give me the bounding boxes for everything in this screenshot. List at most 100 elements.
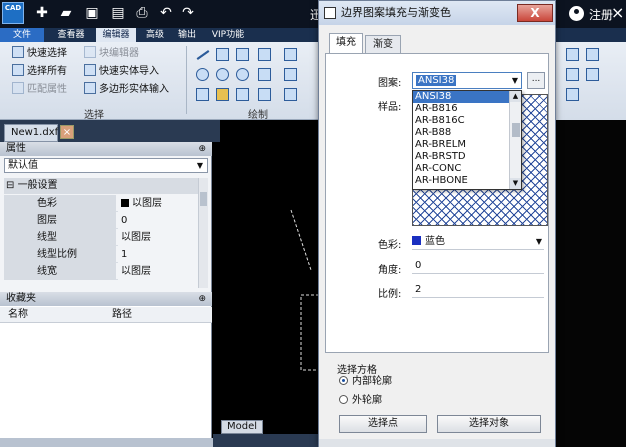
point-tool-icon[interactable]	[196, 88, 209, 101]
region-tool-icon[interactable]	[236, 88, 249, 101]
radio-outer-indicator[interactable]	[339, 395, 348, 404]
tab-new1-dxf[interactable]: New1.dxf	[4, 124, 58, 142]
favorites-panel: 收藏夹 ⊕ 名称 路径	[0, 292, 212, 447]
open-folder-icon[interactable]: ▰	[58, 5, 74, 21]
scroll-up-icon[interactable]: ▲	[510, 91, 521, 102]
line-tool-icon[interactable]	[196, 50, 210, 60]
dropdown-scrollbar[interactable]: ▲ ▼	[509, 91, 521, 189]
pin-icon[interactable]: ⊕	[198, 292, 206, 306]
radio-inner-contour[interactable]: 内部轮廓	[339, 376, 392, 388]
menu-vip[interactable]: VIP功能	[206, 28, 250, 42]
tab-fill[interactable]: 填充	[329, 33, 363, 54]
block-editor-button[interactable]: 块编辑器	[84, 46, 139, 62]
multiline-tool-icon[interactable]	[258, 48, 271, 61]
drawing-canvas[interactable]	[213, 142, 322, 420]
save-icon[interactable]: ▣	[84, 5, 100, 21]
redo-icon[interactable]: ↷	[180, 5, 196, 21]
list-item[interactable]: ANSI38	[413, 91, 509, 103]
scrollbar-thumb[interactable]	[200, 192, 207, 206]
block-tool-icon[interactable]	[258, 88, 271, 101]
list-item[interactable]: AR-HBONE	[413, 175, 509, 187]
chevron-down-icon: ▼	[511, 76, 518, 85]
save-as-icon[interactable]: ▤	[110, 5, 126, 21]
undo-icon[interactable]: ↶	[158, 5, 174, 21]
angle-input[interactable]: 0	[412, 258, 544, 274]
quick-select-icon	[12, 46, 24, 58]
column-path[interactable]: 路径	[112, 307, 132, 323]
user-icon[interactable]	[569, 6, 584, 21]
browse-pattern-button[interactable]: ...	[527, 72, 545, 89]
select-objects-button[interactable]: 选择对象	[437, 415, 541, 433]
layer-tool-icon[interactable]	[566, 48, 579, 61]
prop-row-linetype[interactable]: 线型 以图层	[4, 229, 198, 246]
color-select[interactable]: 蓝色 ▼	[412, 234, 544, 250]
general-settings-group[interactable]: ⊟ 一般设置	[4, 178, 198, 194]
radio-inner-indicator[interactable]	[339, 376, 348, 385]
scroll-down-icon[interactable]: ▼	[510, 178, 521, 189]
menu-advanced[interactable]: 高级	[140, 28, 170, 42]
tab-gradient[interactable]: 渐变	[365, 35, 401, 53]
pattern-select[interactable]: ANSI38 ▼	[412, 72, 522, 89]
drawing-area-right[interactable]	[556, 120, 626, 447]
tab-model[interactable]: Model	[221, 420, 263, 434]
prop-value[interactable]: 1	[118, 246, 198, 263]
pattern-dropdown-list[interactable]: ANSI38 AR-B816 AR-B816C AR-B88 AR-BRELM …	[412, 90, 522, 190]
properties-tool-icon[interactable]	[566, 68, 579, 81]
rectangle-tool-icon[interactable]	[258, 68, 271, 81]
tab-close-icon[interactable]: ×	[60, 125, 74, 139]
list-item[interactable]: AR-BRSTD	[413, 151, 509, 163]
dashed-line	[290, 209, 312, 271]
list-item[interactable]: AR-B816	[413, 103, 509, 115]
quick-select-button[interactable]: 快速选择	[12, 46, 67, 62]
new-file-icon[interactable]: ✚	[34, 5, 50, 21]
menu-file[interactable]: 文件	[0, 28, 44, 42]
poly-import-button[interactable]: 多边形实体输入	[84, 82, 169, 98]
quick-import-button[interactable]: 快速实体导入	[84, 64, 159, 80]
scrollbar-thumb[interactable]	[512, 123, 520, 137]
prop-row-layer[interactable]: 图层 0	[4, 212, 198, 229]
list-item[interactable]: AR-CONC	[413, 163, 509, 175]
register-link[interactable]: 注册	[589, 6, 613, 23]
prop-row-linetype-scale[interactable]: 线型比例 1	[4, 246, 198, 263]
text-tool-icon[interactable]	[284, 48, 297, 61]
spline-tool-icon[interactable]	[236, 48, 249, 61]
prop-row-color[interactable]: 色彩 以图层	[4, 195, 198, 212]
ellipse-tool-icon[interactable]	[216, 68, 229, 81]
match-props-button[interactable]: 匹配属性	[12, 82, 67, 98]
menu-viewer[interactable]: 查看器	[50, 28, 92, 42]
list-item[interactable]: AR-BRELM	[413, 139, 509, 151]
hatch-tool-icon[interactable]	[216, 88, 229, 101]
arc-tool-icon[interactable]	[236, 68, 249, 81]
prop-value[interactable]: 以图层	[118, 263, 198, 280]
table-tool-icon[interactable]	[284, 68, 297, 81]
app-logo[interactable]: CAD	[2, 2, 24, 24]
select-points-button[interactable]: 选择点	[339, 415, 427, 433]
prop-value[interactable]: 以图层	[118, 229, 198, 246]
match-props-icon	[12, 82, 24, 94]
column-name[interactable]: 名称	[8, 307, 28, 323]
circle-tool-icon[interactable]	[196, 68, 209, 81]
match-tool-icon[interactable]	[586, 68, 599, 81]
properties-combo[interactable]: 默认值 ▼	[4, 158, 208, 173]
list-item[interactable]: AR-B88	[413, 127, 509, 139]
select-all-button[interactable]: 选择所有	[12, 64, 67, 80]
command-line[interactable]	[0, 438, 213, 447]
prop-row-lineweight[interactable]: 线宽 以图层	[4, 263, 198, 280]
radio-outer-contour[interactable]: 外轮廓	[339, 395, 382, 407]
prop-value[interactable]: 0	[118, 212, 198, 229]
window-close-icon[interactable]: ×	[611, 3, 624, 22]
image-tool-icon[interactable]	[284, 88, 297, 101]
polyline-tool-icon[interactable]	[216, 48, 229, 61]
canvas-drawing	[290, 209, 322, 371]
scale-input[interactable]: 2	[412, 282, 544, 298]
print-icon[interactable]: ⎙	[134, 5, 150, 21]
dialog-close-button[interactable]: X	[517, 4, 553, 22]
pin-icon[interactable]: ⊕	[198, 142, 206, 156]
menu-output[interactable]: 输出	[172, 28, 202, 42]
layer-state-icon[interactable]	[586, 48, 599, 61]
menu-editor[interactable]: 编辑器	[96, 28, 136, 42]
list-item[interactable]: AR-B816C	[413, 115, 509, 127]
grid-tool-icon[interactable]	[566, 88, 579, 101]
properties-scrollbar[interactable]	[198, 178, 208, 288]
prop-value[interactable]: 以图层	[118, 195, 198, 212]
